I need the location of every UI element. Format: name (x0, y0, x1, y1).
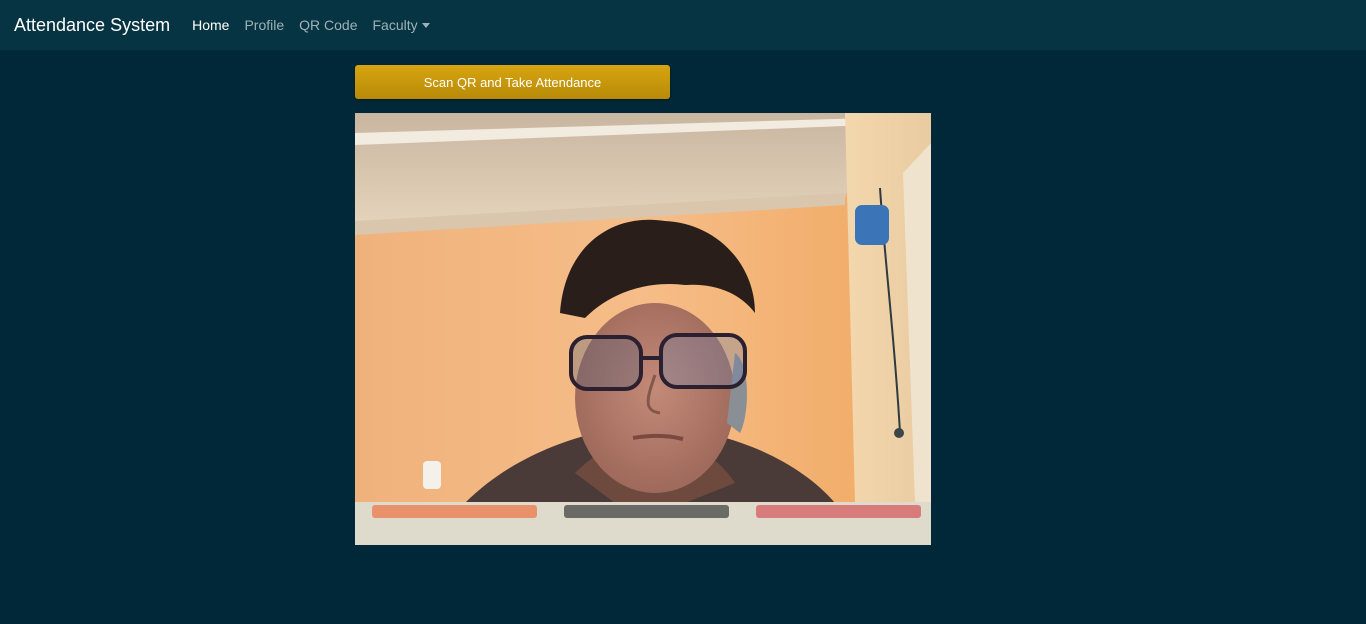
top-navbar: Attendance System Home Profile QR Code F… (0, 0, 1366, 50)
nav-link-faculty-dropdown[interactable]: Faculty (373, 17, 430, 33)
camera-control-orange[interactable] (372, 505, 537, 518)
camera-control-gray[interactable] (564, 505, 729, 518)
nav-link-qr-code[interactable]: QR Code (299, 17, 357, 33)
camera-image (355, 113, 931, 545)
camera-control-red[interactable] (756, 505, 921, 518)
camera-control-bar (355, 502, 931, 545)
caret-down-icon (421, 22, 430, 28)
scan-qr-button[interactable]: Scan QR and Take Attendance (355, 65, 670, 99)
camera-feed (355, 113, 931, 545)
nav-link-home[interactable]: Home (192, 17, 229, 33)
brand-title[interactable]: Attendance System (14, 0, 170, 50)
nav-link-faculty-label: Faculty (372, 17, 418, 33)
nav-link-profile[interactable]: Profile (244, 17, 284, 33)
